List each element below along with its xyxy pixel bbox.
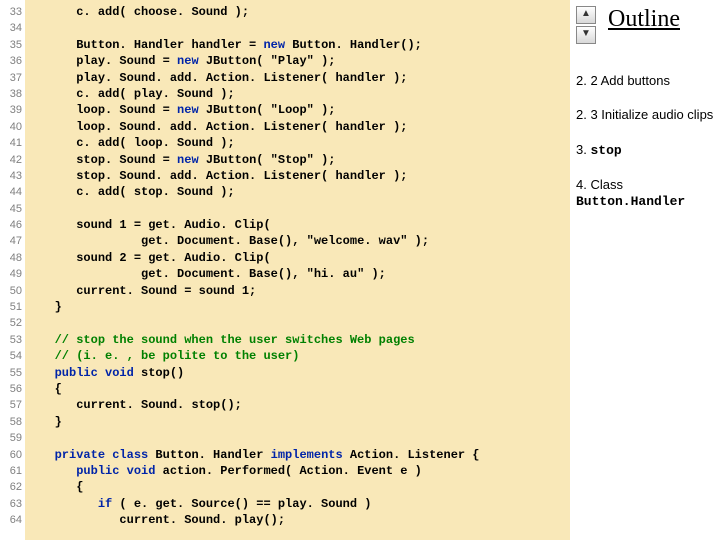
- code-line: [33, 430, 480, 446]
- outline-note: 2. 2 Add buttons: [576, 73, 720, 89]
- arrow-up-button[interactable]: ▲: [576, 6, 596, 24]
- code-line: get. Document. Base(), "welcome. wav" );: [33, 233, 480, 249]
- code-line: [33, 315, 480, 331]
- line-number: 57: [0, 397, 22, 413]
- code-area: 3334353637383940414243444546474849505152…: [0, 0, 570, 540]
- code-line: current. Sound. stop();: [33, 397, 480, 413]
- code-line: [33, 20, 480, 36]
- code-line: loop. Sound. add. Action. Listener( hand…: [33, 119, 480, 135]
- line-number-gutter: 3334353637383940414243444546474849505152…: [0, 0, 25, 540]
- sidebar: ▲ ▼ Outline 2. 2 Add buttons 2. 3 Initial…: [570, 0, 720, 540]
- line-number: 53: [0, 332, 22, 348]
- line-number: 39: [0, 102, 22, 118]
- code-line: private class Button. Handler implements…: [33, 447, 480, 463]
- outline-note: 3. stop: [576, 142, 720, 159]
- line-number: 51: [0, 299, 22, 315]
- line-number: 62: [0, 479, 22, 495]
- code-content: c. add( choose. Sound ); Button. Handler…: [25, 0, 480, 540]
- line-number: 44: [0, 184, 22, 200]
- line-number: 47: [0, 233, 22, 249]
- code-line: c. add( play. Sound );: [33, 86, 480, 102]
- line-number: 40: [0, 119, 22, 135]
- code-line: stop. Sound = new JButton( "Stop" );: [33, 152, 480, 168]
- line-number: 54: [0, 348, 22, 364]
- line-number: 38: [0, 86, 22, 102]
- line-number: 59: [0, 430, 22, 446]
- arrow-down-button[interactable]: ▼: [576, 26, 596, 44]
- line-number: 64: [0, 512, 22, 528]
- code-line: public void stop(): [33, 365, 480, 381]
- line-number: 45: [0, 201, 22, 217]
- outline-note: 2. 3 Initialize audio clips: [576, 107, 720, 123]
- line-number: 42: [0, 152, 22, 168]
- code-line: }: [33, 299, 480, 315]
- code-line: loop. Sound = new JButton( "Loop" );: [33, 102, 480, 118]
- code-line: // (i. e. , be polite to the user): [33, 348, 480, 364]
- line-number: 35: [0, 37, 22, 53]
- line-number: 63: [0, 496, 22, 512]
- line-number: 61: [0, 463, 22, 479]
- code-line: public void action. Performed( Action. E…: [33, 463, 480, 479]
- line-number: 49: [0, 266, 22, 282]
- line-number: 46: [0, 217, 22, 233]
- line-number: 52: [0, 315, 22, 331]
- line-number: 37: [0, 70, 22, 86]
- code-line: c. add( stop. Sound );: [33, 184, 480, 200]
- line-number: 41: [0, 135, 22, 151]
- code-line: play. Sound. add. Action. Listener( hand…: [33, 70, 480, 86]
- outline-notes: 2. 2 Add buttons 2. 3 Initialize audio cl…: [576, 73, 720, 210]
- code-line: sound 2 = get. Audio. Clip(: [33, 250, 480, 266]
- code-line: if ( e. get. Source() == play. Sound ): [33, 496, 480, 512]
- line-number: 56: [0, 381, 22, 397]
- code-line: [33, 201, 480, 217]
- line-number: 55: [0, 365, 22, 381]
- code-line: sound 1 = get. Audio. Clip(: [33, 217, 480, 233]
- outline-title: Outline: [608, 6, 720, 33]
- line-number: 33: [0, 4, 22, 20]
- code-line: current. Sound = sound 1;: [33, 283, 480, 299]
- line-number: 34: [0, 20, 22, 36]
- code-line: current. Sound. play();: [33, 512, 480, 528]
- code-line: Button. Handler handler = new Button. Ha…: [33, 37, 480, 53]
- code-line: stop. Sound. add. Action. Listener( hand…: [33, 168, 480, 184]
- outline-note: 4. Class Button.Handler: [576, 177, 720, 211]
- code-line: c. add( choose. Sound );: [33, 4, 480, 20]
- line-number: 58: [0, 414, 22, 430]
- line-number: 36: [0, 53, 22, 69]
- line-number: 60: [0, 447, 22, 463]
- code-line: play. Sound = new JButton( "Play" );: [33, 53, 480, 69]
- code-line: get. Document. Base(), "hi. au" );: [33, 266, 480, 282]
- line-number: 48: [0, 250, 22, 266]
- line-number: 50: [0, 283, 22, 299]
- code-line: {: [33, 479, 480, 495]
- code-line: c. add( loop. Sound );: [33, 135, 480, 151]
- line-number: 43: [0, 168, 22, 184]
- code-line: {: [33, 381, 480, 397]
- code-line: // stop the sound when the user switches…: [33, 332, 480, 348]
- code-line: }: [33, 414, 480, 430]
